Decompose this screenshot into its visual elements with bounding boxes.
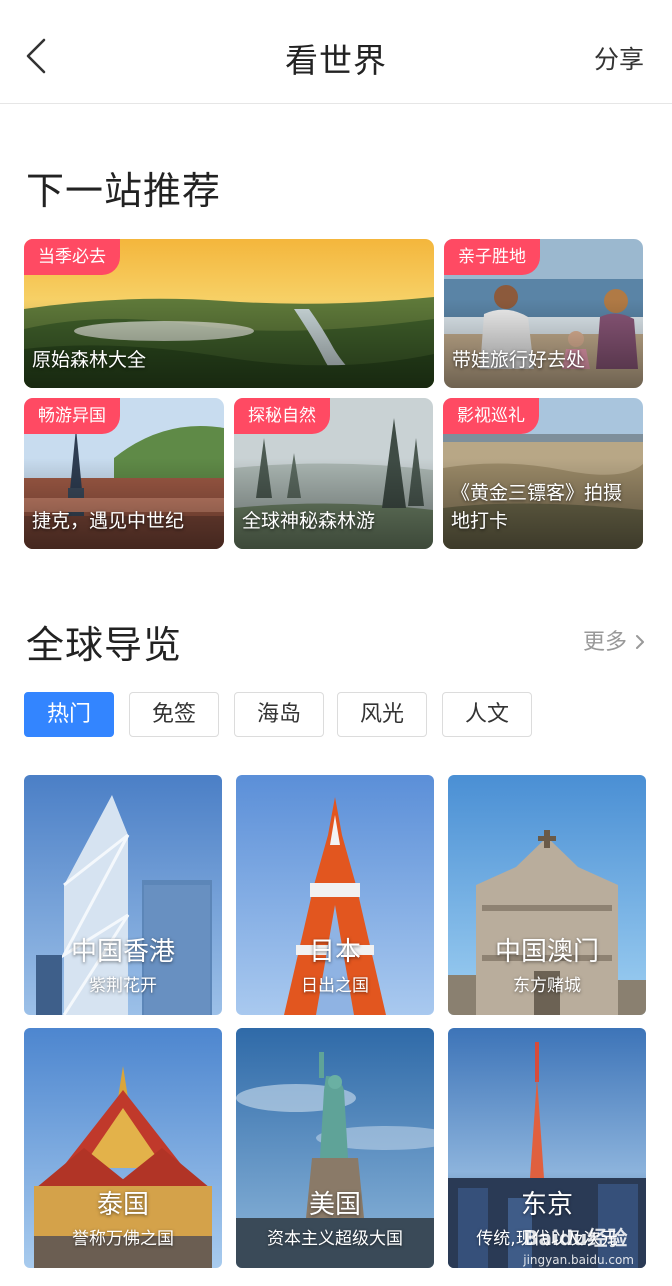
recommend-card-mystic-forest[interactable]: 探秘自然 全球神秘森林游 (234, 398, 433, 549)
destination-card-japan[interactable]: 日本 日出之国 (236, 775, 434, 1015)
watermark-logo: Baidu经验 jingyan.baidu.com (523, 1226, 634, 1267)
card-tag: 畅游异国 (24, 398, 120, 434)
recommend-section-title: 下一站推荐 (26, 169, 222, 213)
card-tag: 当季必去 (24, 239, 120, 275)
tab-visa-free[interactable]: 免签 (129, 692, 219, 737)
destination-subtitle: 东方赌城 (513, 976, 581, 996)
chevron-right-icon (636, 635, 644, 649)
card-tag: 亲子胜地 (444, 239, 540, 275)
card-caption: 带娃旅行好去处 (452, 349, 586, 371)
top-nav-bar: 看世界 分享 (0, 0, 672, 104)
tab-island[interactable]: 海岛 (234, 692, 324, 737)
recommend-card-czech[interactable]: 畅游异国 捷克，遇见中世纪 (24, 398, 224, 549)
destination-name: 中国香港 (70, 937, 175, 967)
destination-subtitle: 日出之国 (301, 976, 369, 996)
more-link[interactable]: 更多 (583, 624, 646, 656)
destination-name: 日本 (308, 937, 361, 967)
destination-name: 泰国 (96, 1190, 149, 1220)
destination-name: 东京 (520, 1190, 573, 1220)
destination-subtitle: 资本主义超级大国 (267, 1229, 403, 1249)
more-label: 更多 (582, 630, 627, 655)
recommend-card-forest[interactable]: 当季必去 原始森林大全 (24, 239, 434, 388)
share-button[interactable]: 分享 (594, 40, 644, 76)
tab-hot[interactable]: 热门 (24, 692, 114, 737)
destination-subtitle: 誉称万佛之国 (72, 1229, 174, 1249)
destination-name: 美国 (308, 1190, 361, 1220)
destination-subtitle: 紫荆花开 (89, 976, 157, 996)
recommend-card-family[interactable]: 亲子胜地 带娃旅行好去处 (444, 239, 643, 388)
destination-card-usa[interactable]: 美国 资本主义超级大国 (236, 1028, 434, 1268)
destination-name: 中国澳门 (494, 937, 599, 967)
tab-scenery[interactable]: 风光 (337, 692, 427, 737)
recommend-card-film[interactable]: 影视巡礼 《黄金三镖客》拍摄地打卡 (443, 398, 643, 549)
card-tag: 影视巡礼 (443, 398, 539, 434)
destination-card-thailand[interactable]: 泰国 誉称万佛之国 (24, 1028, 222, 1268)
page-title: 看世界 (285, 41, 387, 80)
destination-card-macau[interactable]: 中国澳门 东方赌城 (448, 775, 646, 1015)
tab-culture[interactable]: 人文 (442, 692, 532, 737)
destination-card-hongkong[interactable]: 中国香港 紫荆花开 (24, 775, 222, 1015)
card-caption: 捷克，遇见中世纪 (32, 510, 185, 532)
guide-section-title: 全球导览 (26, 623, 183, 667)
card-caption: 《黄金三镖客》拍摄地打卡 (451, 482, 623, 532)
card-caption: 全球神秘森林游 (242, 510, 376, 532)
card-tag: 探秘自然 (234, 398, 330, 434)
card-caption: 原始森林大全 (32, 349, 147, 371)
